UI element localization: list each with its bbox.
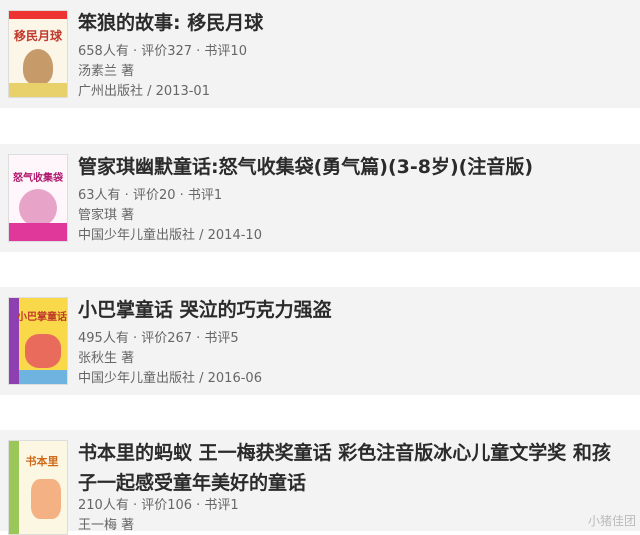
book-title[interactable]: 笨狼的故事: 移民月球 (78, 8, 628, 38)
character-illustration (25, 334, 61, 368)
book-title[interactable]: 小巴掌童话 哭泣的巧克力强盗 (78, 295, 628, 325)
book-stats: 495人有 · 评价267 · 书评5 (78, 331, 239, 346)
wolf-illustration (23, 49, 53, 85)
cover-title: 怒气收集袋 (13, 173, 63, 184)
book-card[interactable]: 书本里 书本里的蚂蚁 王一梅获奖童话 彩色注音版冰心儿童文学奖 和孩子一起感受童… (0, 430, 640, 535)
cover-title: 小巴掌童话 (17, 312, 67, 323)
book-publisher: 中国少年儿童出版社 / 2014-10 (78, 228, 262, 243)
cover-title: 书本里 (25, 455, 59, 468)
book-stats: 658人有 · 评价327 · 书评10 (78, 44, 247, 59)
watermark: 小猪佳团 (587, 514, 636, 528)
book-author[interactable]: 王一梅 著 (78, 516, 134, 535)
book-stats: 63人有 · 评价20 · 书评1 (78, 188, 223, 203)
book-title[interactable]: 书本里的蚂蚁 王一梅获奖童话 彩色注音版冰心儿童文学奖 和孩子一起感受童年美好的… (78, 438, 628, 498)
book-cover[interactable]: 书本里 (8, 440, 68, 535)
book-card[interactable]: 小巴掌童话 小巴掌童话 哭泣的巧克力强盗 495人有 · 评价267 · 书评5… (0, 287, 640, 395)
book-author[interactable]: 张秋生 著 (78, 349, 134, 368)
child-illustration (31, 479, 61, 519)
book-cover[interactable]: 移民月球 (8, 10, 68, 98)
book-cover[interactable]: 怒气收集袋 (8, 154, 68, 242)
book-author[interactable]: 管家琪 著 (78, 206, 134, 225)
character-illustration (19, 189, 57, 227)
cover-band (9, 223, 67, 241)
book-author[interactable]: 汤素兰 著 (78, 62, 134, 81)
book-card[interactable]: 怒气收集袋 管家琪幽默童话:怒气收集袋(勇气篇)(3-8岁)(注音版) 63人有… (0, 144, 640, 252)
book-publisher: 广州出版社 / 2013-01 (78, 84, 210, 99)
cover-band (19, 370, 67, 384)
cover-moon (9, 83, 67, 97)
book-card[interactable]: 移民月球 笨狼的故事: 移民月球 658人有 · 评价327 · 书评10 汤素… (0, 0, 640, 108)
book-stats: 210人有 · 评价106 · 书评1 (78, 498, 239, 513)
book-cover[interactable]: 小巴掌童话 (8, 297, 68, 385)
cover-title: 移民月球 (13, 29, 62, 43)
book-publisher: 中国少年儿童出版社 / 2016-06 (78, 371, 262, 386)
book-title[interactable]: 管家琪幽默童话:怒气收集袋(勇气篇)(3-8岁)(注音版) (78, 152, 628, 182)
cover-band (9, 11, 67, 19)
